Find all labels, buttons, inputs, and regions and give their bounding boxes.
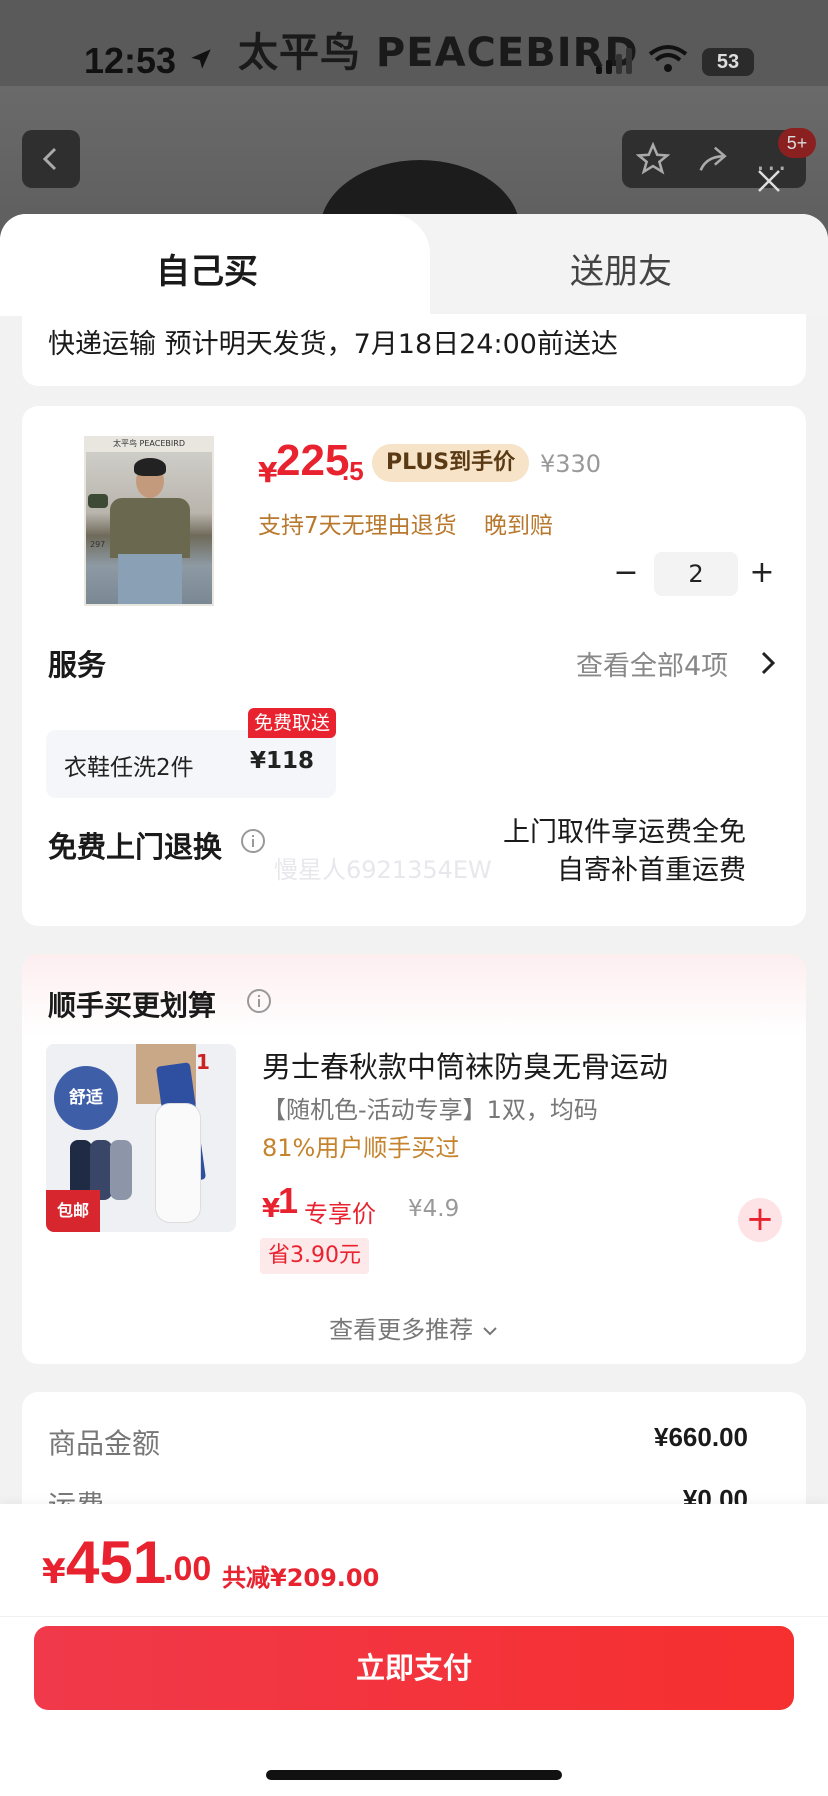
home-indicator[interactable] (266, 1770, 562, 1780)
sock-white (156, 1104, 200, 1222)
price-currency: ¥ (258, 456, 278, 489)
policy-late-compensation: 晚到赔 (483, 513, 553, 539)
reco-price: 1 (278, 1180, 299, 1221)
service-option-laundry[interactable]: 衣鞋任洗2件 ¥118 (46, 730, 336, 798)
price-integer: 225 (276, 436, 350, 485)
quantity-increase-button[interactable]: + (744, 552, 780, 596)
tab-buy-for-self[interactable]: 自己买 (0, 244, 414, 293)
return-self-ship-note: 自寄补首重运费 (557, 855, 746, 886)
free-return-title: 免费上门退换 (48, 830, 223, 864)
package-count: 1 (196, 1050, 210, 1074)
policy-tags: 支持7天无理由退货 晚到赔 (258, 506, 573, 540)
quantity-decrease-button[interactable]: − (608, 552, 644, 596)
see-more-recommendations[interactable]: 查看更多推荐 (22, 1310, 806, 1345)
total-currency: ¥ (42, 1552, 66, 1592)
reco-product-name[interactable]: 男士春秋款中筒袜防臭无骨运动 (262, 1044, 668, 1086)
cellular-signal-icon (596, 48, 632, 74)
chevron-right-icon[interactable] (760, 650, 776, 676)
reco-buyer-rate: 81%用户顺手买过 (262, 1134, 460, 1162)
chevron-left-icon (42, 147, 57, 171)
thumbnail-tag: 297 (90, 540, 106, 549)
checkout-footer: ¥ 451 .00 共减¥209.00 立即支付 (0, 1504, 828, 1796)
info-icon[interactable] (240, 828, 266, 854)
location-arrow-icon (191, 49, 211, 69)
service-option-price: ¥118 (250, 748, 315, 774)
recommendation-card: 顺手买更划算 舒适 1 包邮 男士春秋款中筒袜防臭无骨运动 【随机色-活动专享】… (22, 954, 806, 1364)
order-summary-card: 商品金额 ¥660.00 运费 ¥0.00 (22, 1392, 806, 1522)
store-brand: 太平鸟 PEACEBIRD (238, 30, 639, 76)
free-shipping-tag: 包邮 (46, 1190, 100, 1232)
return-pickup-note: 上门取件享运费全免 (503, 817, 746, 848)
notification-badge: 5+ (778, 128, 816, 158)
wifi-icon (648, 45, 688, 72)
goods-amount-value: ¥660.00 (654, 1422, 748, 1452)
thumbnail-jacket (110, 498, 190, 558)
sock-grey (110, 1140, 132, 1200)
original-price: ¥330 (540, 450, 602, 478)
reco-exclusive-label: 专享价 (304, 1200, 376, 1228)
total-decimal: .00 (164, 1550, 212, 1588)
star-icon[interactable] (636, 142, 670, 176)
close-icon[interactable] (754, 166, 784, 196)
product-card: 太平鸟 PEACEBIRD 297 ¥ 225 .5 PLUS到手价 ¥330 … (22, 406, 806, 926)
comfort-badge: 舒适 (54, 1066, 118, 1130)
service-option-name: 衣鞋任洗2件 (64, 755, 194, 781)
quantity-value[interactable]: 2 (654, 552, 738, 596)
back-button[interactable] (22, 130, 80, 188)
total-discount[interactable]: 共减¥209.00 (222, 1558, 379, 1593)
policy-return: 支持7天无理由退货 (258, 513, 457, 539)
delivery-card: 快递运输 预计明天发货，7月18日24:00前送达 (22, 314, 806, 386)
share-icon[interactable] (694, 142, 730, 176)
sock-product-image[interactable]: 舒适 1 包邮 (46, 1044, 236, 1232)
info-icon[interactable] (246, 988, 272, 1014)
status-time: 12:53 (84, 40, 177, 81)
see-more-label: 查看更多推荐 (329, 1316, 474, 1344)
chevron-down-icon (483, 1327, 497, 1336)
thumbnail-jeans (118, 554, 182, 604)
purchase-tabs: 自己买 送朋友 (0, 214, 828, 316)
reco-savings-badge: 省3.90元 (260, 1238, 369, 1274)
services-title: 服务 (48, 648, 107, 682)
thumbnail-brand: 太平鸟 PEACEBIRD (113, 439, 185, 448)
footer-divider (0, 1616, 828, 1617)
delivery-estimate: 快递运输 预计明天发货，7月18日24:00前送达 (48, 329, 618, 360)
battery-indicator: 53 (702, 48, 754, 76)
thumbnail-hair (134, 458, 166, 476)
goods-amount-label: 商品金额 (48, 1427, 161, 1460)
reco-product-spec: 【随机色-活动专享】1双，均码 (262, 1096, 598, 1124)
tab-send-to-friend[interactable]: 送朋友 (414, 244, 828, 293)
watermark: 慢星人6921354EW (274, 856, 492, 884)
thumbnail-color-chip (88, 494, 108, 508)
services-see-all-link[interactable]: 查看全部4项 (576, 644, 728, 683)
add-reco-button[interactable]: + (738, 1198, 782, 1242)
total-integer: 451 (66, 1529, 167, 1596)
product-thumbnail[interactable]: 太平鸟 PEACEBIRD 297 (84, 436, 214, 606)
free-pickup-badge: 免费取送 (248, 708, 337, 738)
price-decimal: .5 (342, 456, 364, 486)
reco-original-price: ¥4.9 (408, 1196, 460, 1222)
recommendation-title: 顺手买更划算 (48, 989, 217, 1022)
plus-price-tag: PLUS到手价 (372, 444, 530, 482)
pay-now-button[interactable]: 立即支付 (34, 1626, 794, 1710)
